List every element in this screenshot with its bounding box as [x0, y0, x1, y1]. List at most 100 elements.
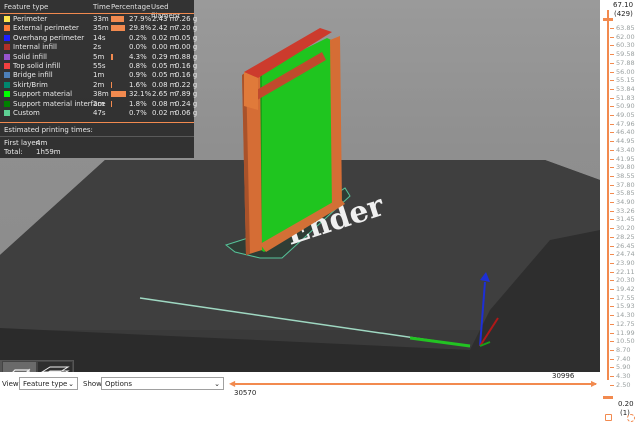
- legend-row[interactable]: Custom 47s 0.7% 0.02 m 0.06 g: [0, 108, 197, 118]
- legend-feature-time: 47s: [93, 108, 106, 117]
- layer-tick-label: 57.88: [616, 58, 635, 67]
- legend-color-swatch: [4, 25, 10, 32]
- legend-percentage-bar: [111, 81, 112, 88]
- layer-tick-mark: [610, 315, 614, 317]
- legend-feature-name: Internal infill: [13, 43, 57, 52]
- legend-divider: [0, 122, 194, 123]
- layer-tick: 2.50: [600, 381, 640, 391]
- legend-feature-time: 38m: [93, 90, 109, 99]
- layer-tick-mark: [610, 297, 614, 299]
- layer-tick-mark: [610, 254, 614, 256]
- legend-feature-percentage: 0.2%: [129, 33, 147, 42]
- view-select[interactable]: Feature type ⌄: [19, 377, 78, 390]
- legend-feature-weight: 7.26 g: [175, 15, 198, 23]
- layer-tick-mark: [610, 80, 614, 82]
- layer-tick-label: 4.30: [616, 372, 631, 380]
- legend-row[interactable]: External perimeter 35m 29.8% 2.42 m 7.20 g: [0, 24, 197, 33]
- layer-tick-mark: [610, 271, 614, 273]
- legend-header-type: Feature type: [4, 3, 49, 11]
- legend-color-swatch: [4, 34, 10, 41]
- legend-feature-length: 0.29 m: [152, 52, 177, 61]
- layer-tick-label: 50.90: [616, 102, 635, 111]
- legend-feature-time: 14s: [93, 33, 106, 42]
- legend-feature-percentage: 0.8%: [129, 61, 147, 70]
- layer-tick-label: 60.30: [616, 41, 635, 50]
- legend-color-swatch: [4, 109, 10, 116]
- estimated-times-title: Estimated printing times:: [4, 126, 93, 134]
- legend-color-swatch: [4, 62, 10, 69]
- legend-color-swatch: [4, 100, 10, 107]
- layer-tick-label: 56.00: [616, 67, 635, 76]
- legend-feature-weight: 7.89 g: [175, 90, 198, 99]
- layer-tick-label: 35.85: [616, 189, 635, 198]
- layer-tick-label: 31.45: [616, 215, 635, 224]
- layer-tick-label: 11.99: [616, 328, 635, 337]
- legend-row[interactable]: Top solid infill 55s 0.8% 0.05 m 0.16 g: [0, 61, 197, 71]
- layer-slider-top-thumb[interactable]: [603, 18, 613, 21]
- legend-feature-length: 0.00 m: [152, 43, 177, 52]
- legend-feature-time: 5m: [93, 52, 105, 61]
- legend-feature-weight: 0.24 g: [175, 99, 198, 108]
- legend-row[interactable]: Overhang perimeter 14s 0.2% 0.02 m 0.05 g: [0, 33, 197, 43]
- layer-tick-mark: [610, 289, 614, 290]
- legend-row[interactable]: Internal infill 2s 0.0% 0.00 m 0.00 g: [0, 43, 198, 52]
- legend-feature-weight: 0.00 g: [175, 43, 198, 52]
- horizontal-slider-left-thumb[interactable]: ◀: [229, 379, 235, 388]
- legend-color-swatch: [4, 81, 10, 88]
- layer-tick-mark: [610, 36, 614, 38]
- layer-tick-label: 38.55: [616, 171, 635, 180]
- layer-tick-mark: [610, 245, 614, 247]
- layer-tick-mark: [610, 28, 614, 29]
- legend-row[interactable]: Support material interface 2m 1.8% 0.08 m 0.…: [0, 99, 198, 109]
- layer-tick-mark: [610, 149, 614, 151]
- legend-feature-name: Skirt/Brim: [13, 80, 48, 89]
- legend-feature-length: 2.42 m: [152, 24, 177, 33]
- view-select-value: Feature type: [23, 380, 68, 388]
- legend-row[interactable]: Solid infill 5m 4.3% 0.29 m 0.88 g: [0, 52, 197, 62]
- legend-feature-time: 33m: [93, 15, 109, 23]
- legend-percentage-bar: [111, 91, 126, 98]
- layer-tick-label: 17.55: [616, 293, 635, 302]
- lock-icon[interactable]: [605, 414, 612, 421]
- legend-feature-name: Solid infill: [13, 52, 47, 61]
- layer-tick-mark: [610, 167, 614, 169]
- chevron-down-icon: ⌄: [214, 380, 220, 388]
- show-select[interactable]: Options ⌄: [101, 377, 224, 390]
- legend-feature-length: 0.02 m: [152, 33, 177, 42]
- legend-row[interactable]: Skirt/Brim 2m 1.6% 0.08 m 0.22 g: [0, 80, 198, 90]
- legend-feature-percentage: 29.8%: [129, 24, 152, 33]
- layer-tick-mark: [610, 175, 614, 177]
- layer-tick-mark: [610, 323, 614, 325]
- layer-tick-mark: [610, 228, 614, 230]
- layer-tick-label: 63.85: [616, 24, 635, 32]
- layer-slider[interactable]: 67.10 (429) 63.85 62.00 60.30 59.58 57.88 56.…: [600, 0, 640, 427]
- legend-row[interactable]: Bridge infill 1m 0.9% 0.05 m 0.16 g: [0, 71, 197, 80]
- legend-feature-time: 2m: [93, 80, 105, 89]
- legend-row[interactable]: Perimeter 33m 27.9% 2.43 m 7.26 g: [0, 15, 198, 24]
- layer-tick-mark: [610, 349, 614, 351]
- legend-feature-length: 2.65 m: [152, 90, 177, 99]
- layer-tick-mark: [610, 341, 614, 343]
- horizontal-slider-track[interactable]: [231, 383, 596, 385]
- orange-post-right: [330, 36, 342, 210]
- view-label: View: [2, 380, 19, 388]
- legend-row[interactable]: Support material 38m 32.1% 2.65 m 7.89 g: [0, 90, 198, 99]
- feature-legend: Feature type Time Percentage Used filame…: [0, 0, 198, 158]
- layer-tick-label: 8.70: [616, 345, 631, 354]
- horizontal-slider-right-thumb[interactable]: ▶: [591, 379, 597, 388]
- legend-feature-name: Support material: [13, 90, 73, 99]
- layer-tick-label: 51.83: [616, 93, 635, 102]
- layer-slider-bottom-thumb[interactable]: [603, 396, 613, 399]
- layer-tick-mark: [610, 219, 614, 221]
- layer-top-index: (429): [614, 10, 633, 18]
- layer-tick-mark: [610, 62, 614, 64]
- legend-feature-length: 0.02 m: [152, 108, 177, 117]
- legend-color-swatch: [4, 72, 10, 79]
- cog-icon[interactable]: [627, 414, 635, 422]
- layer-tick-label: 12.75: [616, 319, 635, 328]
- legend-feature-weight: 0.22 g: [175, 80, 198, 89]
- layer-tick-mark: [610, 54, 614, 56]
- legend-rows: Perimeter 33m 27.9% 2.43 m 7.26 g External pe…: [0, 15, 198, 118]
- layer-tick-label: 7.40: [616, 354, 631, 363]
- chevron-down-icon: ⌄: [68, 380, 74, 388]
